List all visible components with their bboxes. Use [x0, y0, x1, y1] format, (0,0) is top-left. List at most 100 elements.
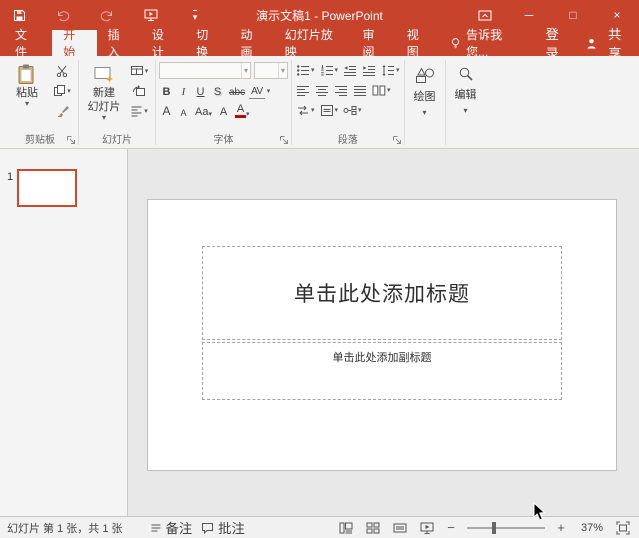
customize-quick-access-toolbar-button[interactable]: ▾: [186, 6, 204, 24]
cut-button[interactable]: [51, 63, 73, 78]
align-center-icon: [315, 84, 329, 97]
minimize-button[interactable]: ─: [521, 6, 537, 24]
smartart-icon: [343, 104, 357, 117]
drawing-group-button[interactable]: 绘图 ▾: [405, 57, 445, 148]
tab-design[interactable]: 设计: [141, 30, 185, 56]
copy-button[interactable]: ▾: [51, 83, 73, 98]
tab-view[interactable]: 视图: [396, 30, 440, 56]
clipboard-dialog-launcher[interactable]: [65, 134, 77, 146]
tab-review[interactable]: 审阅: [352, 30, 396, 56]
maximize-button[interactable]: □: [565, 6, 581, 24]
decrease-font-size-button[interactable]: A: [176, 103, 191, 119]
tab-slideshow[interactable]: 幻灯片放映: [274, 30, 352, 56]
paste-icon: [16, 63, 38, 85]
paragraph-group-label: 段落: [292, 135, 404, 146]
clear-formatting-button[interactable]: A: [216, 103, 231, 119]
line-spacing-icon: [381, 64, 395, 77]
drawing-dropdown-arrow: ▾: [423, 108, 427, 117]
line-spacing-button[interactable]: ▾: [380, 62, 401, 78]
slide-thumbnail[interactable]: [17, 169, 77, 207]
editing-group-label: 编辑: [455, 86, 477, 102]
tab-animations[interactable]: 动画: [229, 30, 273, 56]
undo-button[interactable]: [54, 6, 72, 24]
notes-button[interactable]: 备注: [150, 518, 193, 537]
ribbon-display-options-button[interactable]: [477, 6, 493, 24]
comments-button[interactable]: 批注: [201, 518, 245, 537]
title-placeholder[interactable]: 单击此处添加标题: [202, 246, 562, 340]
share-button[interactable]: 共享: [574, 30, 639, 56]
save-icon: [13, 9, 26, 22]
tell-me-box[interactable]: 告诉我您...: [440, 30, 530, 56]
strikethrough-button[interactable]: abc: [227, 83, 247, 99]
zoom-out-button[interactable]: −: [444, 520, 458, 536]
align-right-button[interactable]: [333, 82, 349, 98]
start-slideshow-button[interactable]: [142, 6, 160, 24]
character-spacing-button[interactable]: AV: [249, 83, 265, 99]
align-text-button[interactable]: ▾: [319, 102, 340, 118]
increase-font-size-button[interactable]: A: [159, 103, 174, 119]
paragraph-dialog-launcher[interactable]: [391, 134, 403, 146]
subtitle-placeholder[interactable]: 单击此处添加副标题: [202, 342, 562, 400]
format-painter-icon: [56, 104, 69, 117]
zoom-in-button[interactable]: +: [554, 520, 568, 536]
font-dialog-launcher[interactable]: [278, 134, 290, 146]
new-slide-button[interactable]: 新建 幻灯片 ▾: [82, 59, 126, 133]
tab-insert[interactable]: 插入: [97, 30, 141, 56]
notes-icon: [150, 522, 162, 534]
fit-to-window-button[interactable]: [614, 520, 632, 536]
slides-group: 新建 幻灯片 ▾ ▾ ▾ 幻灯片: [79, 57, 155, 148]
sign-in-button[interactable]: 登录: [530, 30, 575, 56]
align-left-button[interactable]: [295, 82, 311, 98]
title-placeholder-text: 单击此处添加标题: [294, 278, 470, 308]
tab-home[interactable]: 开始: [52, 30, 96, 56]
columns-button[interactable]: ▾: [371, 82, 392, 98]
slide-indicator: 幻灯片 第 1 张，共 1 张: [7, 520, 123, 536]
text-shadow-button[interactable]: S: [210, 83, 225, 99]
justify-button[interactable]: [352, 82, 368, 98]
bold-button[interactable]: B: [159, 83, 174, 99]
increase-indent-button[interactable]: [361, 62, 377, 78]
convert-to-smartart-button[interactable]: ▾: [342, 102, 363, 118]
dialog-launcher-icon: [279, 135, 289, 145]
reset-slide-button[interactable]: [128, 83, 150, 98]
format-painter-button[interactable]: [51, 103, 73, 118]
close-button[interactable]: ×: [609, 6, 625, 24]
editing-group-button[interactable]: 编辑 ▾: [446, 57, 486, 148]
font-size-select[interactable]: ▾: [254, 62, 288, 79]
slide[interactable]: 单击此处添加标题 单击此处添加副标题: [147, 199, 617, 471]
decrease-indent-button[interactable]: [342, 62, 358, 78]
save-button[interactable]: [10, 6, 28, 24]
paragraph-row-2: ▾: [295, 82, 401, 98]
reset-slide-icon: [132, 84, 146, 97]
font-color-button[interactable]: A▾: [233, 103, 252, 119]
line-spacing-dropdown-arrow: ▾: [396, 66, 400, 74]
tab-file[interactable]: 文件: [0, 30, 52, 56]
numbering-button[interactable]: ▾: [319, 62, 340, 78]
zoom-slider-thumb[interactable]: [492, 522, 496, 534]
slide-layout-button[interactable]: ▾: [128, 63, 150, 78]
slideshow-view-button[interactable]: [419, 520, 435, 536]
align-center-button[interactable]: [314, 82, 330, 98]
text-direction-button[interactable]: ▾: [295, 102, 316, 118]
zoom-percentage[interactable]: 37%: [577, 522, 603, 534]
editing-dropdown-arrow: ▾: [464, 106, 468, 115]
zoom-slider-track[interactable]: [467, 527, 545, 529]
view-switcher: [338, 520, 435, 536]
change-case-button[interactable]: Aa▾: [193, 103, 214, 119]
redo-button[interactable]: [98, 6, 116, 24]
paste-button[interactable]: 粘贴 ▾: [5, 59, 49, 133]
section-button[interactable]: ▾: [128, 103, 150, 118]
font-name-dropdown-arrow: ▾: [241, 63, 250, 78]
font-name-select[interactable]: ▾: [159, 62, 251, 79]
bullets-button[interactable]: ▾: [295, 62, 316, 78]
reading-view-button[interactable]: [392, 520, 408, 536]
normal-view-button[interactable]: [338, 520, 354, 536]
zoom-slider[interactable]: [467, 520, 545, 536]
tab-transitions[interactable]: 切换: [185, 30, 229, 56]
align-text-icon: [320, 104, 334, 117]
underline-button[interactable]: U: [193, 83, 208, 99]
slides-small-buttons: ▾ ▾: [126, 59, 152, 133]
italic-button[interactable]: I: [176, 83, 191, 99]
slide-sorter-view-button[interactable]: [365, 520, 381, 536]
slide-layout-icon: [130, 64, 144, 77]
